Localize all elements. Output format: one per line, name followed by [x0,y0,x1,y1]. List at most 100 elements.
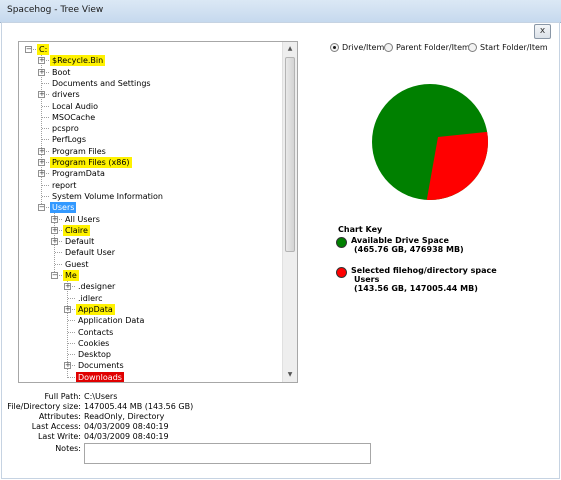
tree-node-label: PerfLogs [52,135,87,145]
tree-connector [68,331,75,333]
tree-node[interactable]: − Users [19,202,281,214]
tree-connector [68,376,75,378]
expand-icon[interactable]: + [64,305,71,313]
tree-connector [42,184,49,186]
folder-tree[interactable]: − C: + $Recycle.Bin + Boot Documents and Setti… [18,41,298,383]
close-button[interactable]: x [534,24,551,39]
tree-node-label: Contacts [78,327,114,337]
expand-icon[interactable]: + [64,283,71,291]
view-mode-label[interactable]: Start Folder/Item [480,43,548,52]
tree-node[interactable]: Application Data [19,315,281,326]
tree-connector [55,263,62,265]
tree-connector [42,139,49,141]
size-label: File/Directory size: [7,402,81,411]
expand-icon[interactable]: + [51,238,58,246]
attributes-label: Attributes: [38,412,81,421]
tree-node-label: Documents [78,361,124,371]
tree-node-label: Default User [65,248,116,258]
tree-node-label: Application Data [78,316,145,326]
tree-node[interactable]: Guest [19,259,281,270]
tree-node[interactable]: + drivers [19,89,281,100]
tree-node[interactable]: − Me [19,270,281,281]
collapse-icon[interactable]: − [38,204,45,212]
tree-node[interactable]: Default User [19,247,281,258]
view-mode-label[interactable]: Parent Folder/Item [396,43,470,52]
tree-node[interactable]: Documents and Settings [19,78,281,89]
chart-key-text: (143.56 GB, 147005.44 MB) [354,284,478,293]
tree-connector [42,195,49,197]
tree-node[interactable]: + All Users [19,214,281,225]
expand-icon[interactable]: + [64,362,71,370]
tree-node-label: Claire [63,224,90,236]
chart-key-text: (465.76 GB, 476938 MB) [354,245,464,254]
view-mode-label[interactable]: Drive/Item [342,43,384,52]
tree-node[interactable]: + $Recycle.Bin [19,55,281,67]
tree-node-label: .designer [78,282,116,292]
collapse-icon[interactable]: − [25,46,32,53]
tree-node-label: Users [50,202,77,214]
scroll-thumb[interactable] [285,57,295,252]
tree-connector [42,116,49,118]
tree-node-label: .idlerc [78,293,103,303]
scroll-up-icon[interactable]: ▲ [284,43,296,55]
tree-node[interactable]: Downloads [19,371,281,382]
tree-node[interactable]: PerfLogs [19,134,281,145]
tree-connector [68,320,75,322]
tree-node-label: report [52,180,77,190]
tree-node[interactable]: Cookies [19,338,281,349]
tree-node[interactable]: + Boot [19,67,281,78]
tree-node[interactable]: + ProgramData [19,168,281,179]
tree-node-label: AppData [76,303,115,315]
expand-icon[interactable]: + [38,68,45,76]
tree-node[interactable]: + Program Files (x86) [19,157,281,168]
tree-node-label: Program Files [52,146,106,156]
tree-node[interactable]: .idlerc [19,293,281,304]
full-path-label: Full Path: [44,392,82,401]
view-mode-radio[interactable] [330,43,339,52]
tree-node-label: C: [37,44,50,55]
tree-connector [42,128,49,130]
tree-node-label: MSOCache [52,112,96,122]
view-mode-radio[interactable] [468,43,477,52]
collapse-icon[interactable]: − [51,272,58,279]
tree-node[interactable]: System Volume Information [19,191,281,202]
tree-node[interactable]: Contacts [19,327,281,338]
expand-icon[interactable]: + [38,170,45,178]
tree-node[interactable]: Desktop [19,349,281,360]
attributes-value: ReadOnly, Directory [84,412,165,421]
full-path-value: C:\Users [84,392,118,401]
tree-node[interactable]: report [19,180,281,191]
chart-key-swatch [336,267,347,278]
tree-connector [42,105,49,107]
tree-node-label: $Recycle.Bin [50,55,106,67]
expand-icon[interactable]: + [51,226,58,234]
tree-node-label: Downloads [76,371,124,382]
notes-label: Notes: [55,444,81,453]
tree-connector [42,82,49,84]
space-pie-chart [372,84,488,200]
tree-node[interactable]: pcspro [19,123,281,134]
last-access-label: Last Access: [31,422,81,431]
size-value: 147005.44 MB (143.56 GB) [84,402,194,411]
window-title: Spacehog - Tree View [7,5,104,15]
expand-icon[interactable]: + [38,57,45,65]
expand-icon[interactable]: + [51,215,58,223]
tree-node[interactable]: + AppData [19,303,281,315]
expand-icon[interactable]: + [38,147,45,155]
tree-node[interactable]: − C: [19,44,281,55]
tree-scrollbar[interactable]: ▲ ▼ [282,42,297,382]
tree-node[interactable]: + Documents [19,360,281,371]
tree-node[interactable]: + Program Files [19,146,281,157]
scroll-down-icon[interactable]: ▼ [284,369,296,381]
tree-node[interactable]: Local Audio [19,101,281,112]
tree-node-label: drivers [52,90,80,100]
tree-node[interactable]: + Claire [19,224,281,236]
tree-node[interactable]: MSOCache [19,112,281,123]
tree-node[interactable]: + Default [19,236,281,247]
view-mode-radio[interactable] [384,43,393,52]
tree-connector [68,342,75,344]
notes-field[interactable] [84,443,371,464]
expand-icon[interactable]: + [38,91,45,99]
expand-icon[interactable]: + [38,159,45,166]
tree-node[interactable]: + .designer [19,281,281,292]
